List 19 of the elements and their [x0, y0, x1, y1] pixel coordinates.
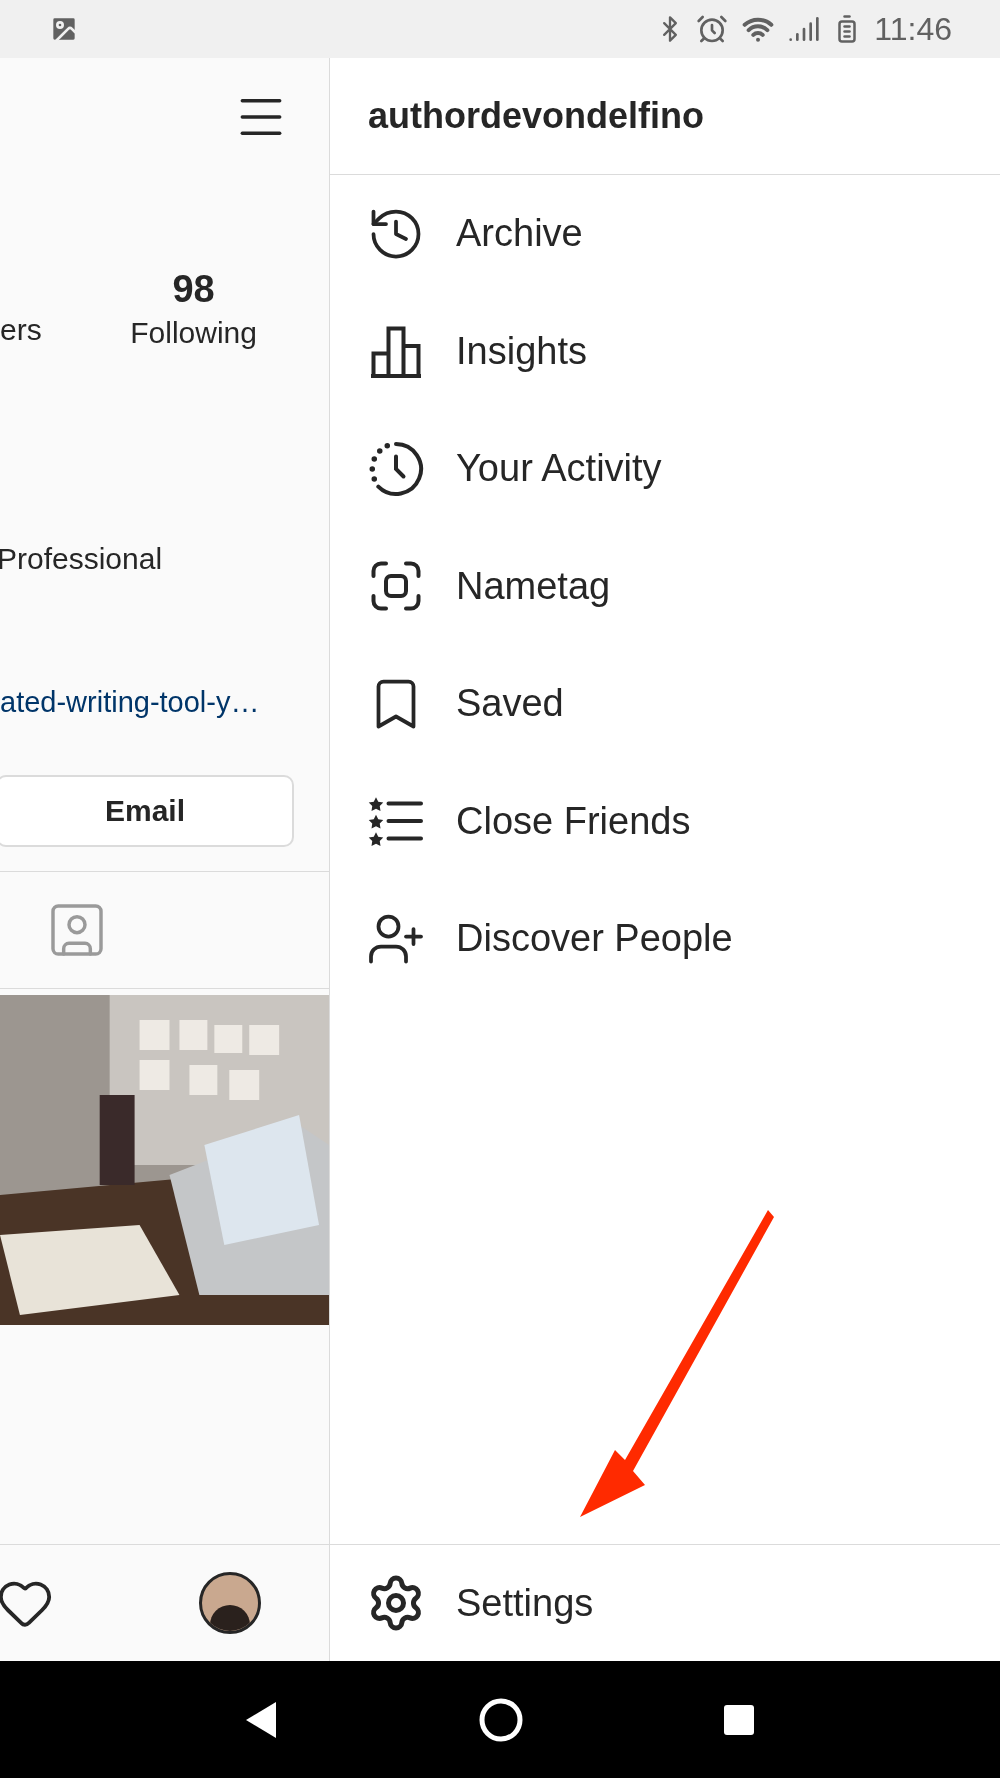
back-icon[interactable] [246, 1701, 278, 1738]
menu-item[interactable]: Insights [330, 292, 1000, 410]
recents-icon[interactable] [724, 1704, 754, 1735]
menu-item[interactable]: Discover People [330, 880, 1000, 998]
website-link[interactable]: ated-writing-tool-y… [0, 681, 329, 725]
clock-time: 11:46 [874, 10, 952, 49]
menu-item[interactable]: Saved [330, 645, 1000, 763]
menu-item[interactable]: Your Activity [330, 410, 1000, 528]
stat-label: Following [130, 314, 257, 351]
menu-item[interactable]: Archive [330, 175, 1000, 293]
alarm-icon [696, 13, 729, 45]
home-icon[interactable] [478, 1696, 524, 1743]
menu-item[interactable]: Close Friends [330, 762, 1000, 880]
following-count: 98 [172, 267, 215, 312]
stat-label: ers [0, 315, 42, 348]
email-button[interactable]: Email [0, 774, 294, 847]
username: authordevondelfino [368, 94, 704, 138]
menu-item[interactable]: Nametag [330, 527, 1000, 645]
category-text: Professional [0, 541, 164, 577]
